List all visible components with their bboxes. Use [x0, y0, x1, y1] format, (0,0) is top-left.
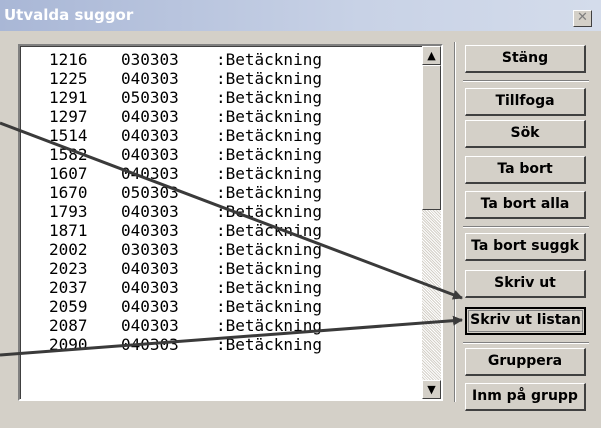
arrow-to-print-list-button — [0, 315, 463, 357]
annotation-arrows — [0, 121, 463, 357]
arrow-to-print-button — [0, 121, 463, 300]
dialog-window: Utvalda suggor ✕ 1216 030303:Betäckning 12… — [0, 0, 601, 428]
